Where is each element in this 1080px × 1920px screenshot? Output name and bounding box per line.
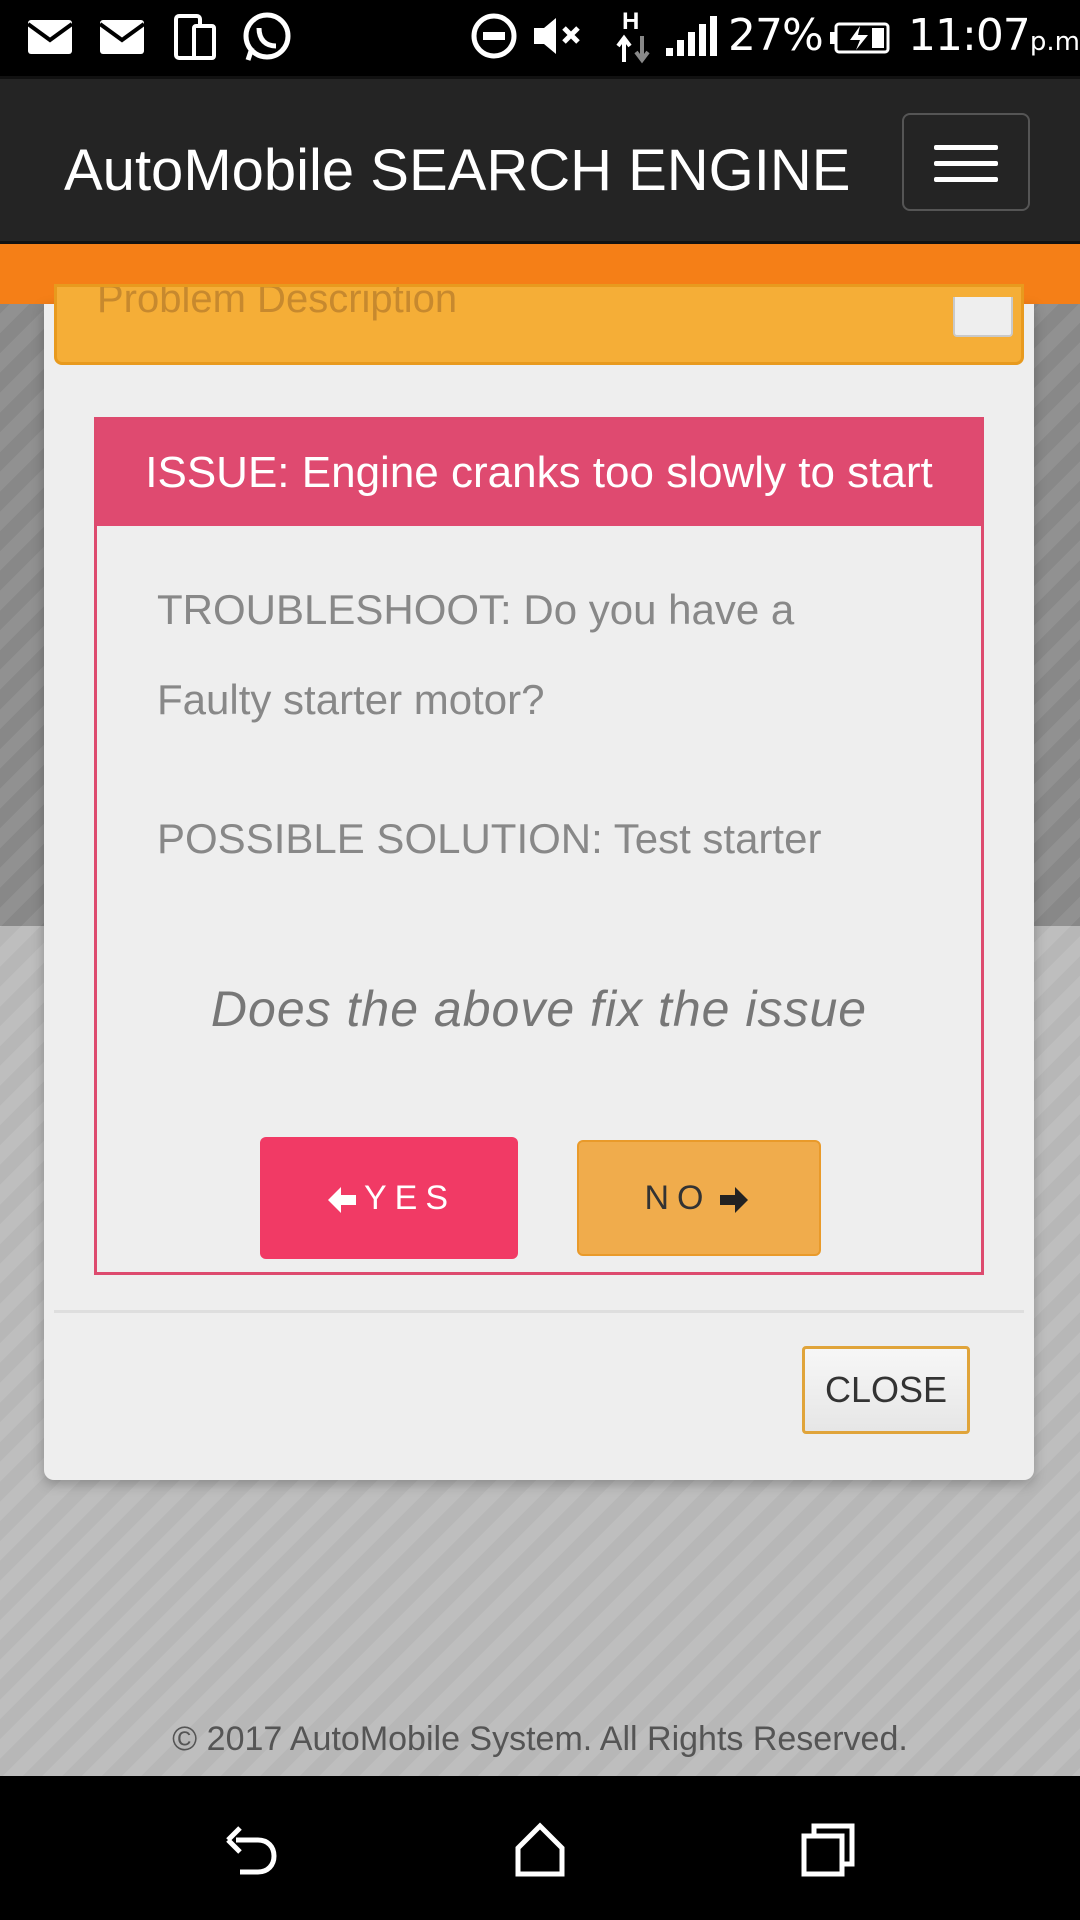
mute-icon [534, 18, 580, 54]
problem-description-placeholder: Problem Description [97, 284, 458, 321]
clock-ampm: p.m. [1029, 27, 1080, 57]
status-bar: H 27% 11:07p.m. [0, 0, 1080, 76]
no-button[interactable]: NO [577, 1140, 821, 1256]
copyright-footer: © 2017 AutoMobile System. All Rights Res… [172, 1720, 908, 1758]
no-button-label: NO [644, 1179, 712, 1217]
whatsapp-icon [243, 12, 291, 61]
problem-checkbox[interactable] [953, 297, 1013, 337]
modal-footer-divider [54, 1310, 1024, 1313]
hamburger-icon-bar [934, 177, 998, 182]
arrow-left-icon [327, 1187, 356, 1214]
fix-question: Does the above fix the issue [210, 981, 868, 1037]
do-not-disturb-icon [471, 13, 517, 59]
result-modal: Problem Description ISSUE: Engine cranks… [44, 284, 1034, 1480]
battery-percent: 27% [728, 10, 824, 61]
hamburger-icon [934, 145, 998, 150]
network-type-icon: H [616, 8, 652, 64]
issue-panel: ISSUE: Engine cranks too slowly to start… [94, 417, 984, 1275]
troubleshoot-text: TROUBLESHOOT: Do you have a Faulty start… [157, 586, 795, 723]
hamburger-icon-bar [934, 161, 998, 166]
back-icon[interactable] [222, 1820, 282, 1880]
devices-icon [174, 14, 216, 60]
recent-apps-icon[interactable] [798, 1820, 858, 1880]
arrow-right-icon [719, 1187, 748, 1214]
brand-title[interactable]: AutoMobile SEARCH ENGINE [64, 137, 850, 204]
system-nav-bar [0, 1776, 1080, 1920]
issue-title: ISSUE: Engine cranks too slowly to start [97, 420, 981, 526]
possible-solution-text: POSSIBLE SOLUTION: Test starter [157, 815, 822, 862]
gmail-icon [26, 20, 74, 54]
battery-charging-icon [830, 22, 890, 54]
yes-button[interactable]: YES [260, 1137, 518, 1259]
problem-description-field[interactable]: Problem Description [54, 284, 1024, 365]
close-button[interactable]: CLOSE [802, 1346, 970, 1434]
yes-button-label: YES [363, 1179, 457, 1217]
signal-icon [666, 16, 717, 56]
clock-time: 11:07 [908, 10, 1031, 61]
home-icon[interactable] [510, 1820, 570, 1880]
menu-toggle-button[interactable] [902, 113, 1030, 211]
top-navbar: AutoMobile SEARCH ENGINE [0, 76, 1080, 244]
mail-icon [98, 20, 146, 54]
clock: 11:07p.m. [908, 10, 1080, 61]
